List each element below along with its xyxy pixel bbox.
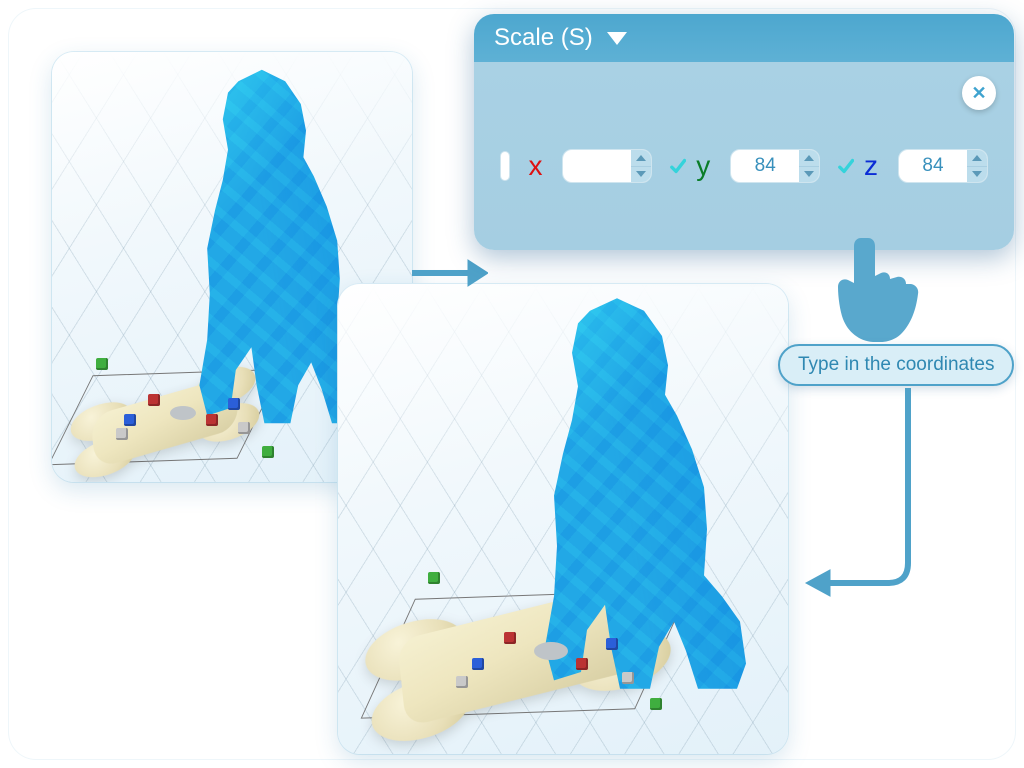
axis-z-spinner[interactable] bbox=[967, 150, 987, 182]
axis-y-input[interactable]: 84 bbox=[730, 149, 820, 183]
arrow-to-result-icon bbox=[798, 378, 928, 618]
pointing-hand-icon bbox=[830, 232, 920, 342]
axis-row: x y 84 z 84 bbox=[500, 132, 988, 200]
dropdown-triangle-icon[interactable] bbox=[607, 32, 627, 45]
viewport-after bbox=[338, 284, 788, 754]
axis-x-checkbox[interactable] bbox=[500, 151, 510, 181]
axis-y-value: 84 bbox=[731, 150, 799, 182]
instruction-canvas: Scale (S) x y 84 z bbox=[8, 8, 1016, 760]
tooltip-text: Type in the coordinates bbox=[798, 354, 994, 375]
close-button[interactable] bbox=[962, 76, 996, 110]
scale-panel: Scale (S) x y 84 z bbox=[474, 14, 1014, 250]
axis-z-checkmark-icon[interactable] bbox=[838, 140, 854, 192]
axis-z-value: 84 bbox=[899, 150, 967, 182]
arrow-to-panel-icon bbox=[408, 248, 488, 298]
axis-x-input[interactable] bbox=[562, 149, 652, 183]
axis-z-input[interactable]: 84 bbox=[898, 149, 988, 183]
axis-x-label: x bbox=[528, 150, 542, 182]
axis-y-spinner[interactable] bbox=[799, 150, 819, 182]
panel-header[interactable]: Scale (S) bbox=[474, 14, 1014, 62]
axis-y-label: y bbox=[696, 150, 710, 182]
axis-x-value bbox=[563, 150, 631, 182]
axis-x-spinner[interactable] bbox=[631, 150, 651, 182]
axis-y-checkmark-icon[interactable] bbox=[670, 140, 686, 192]
axis-z-label: z bbox=[864, 150, 878, 182]
panel-title: Scale (S) bbox=[494, 24, 593, 52]
